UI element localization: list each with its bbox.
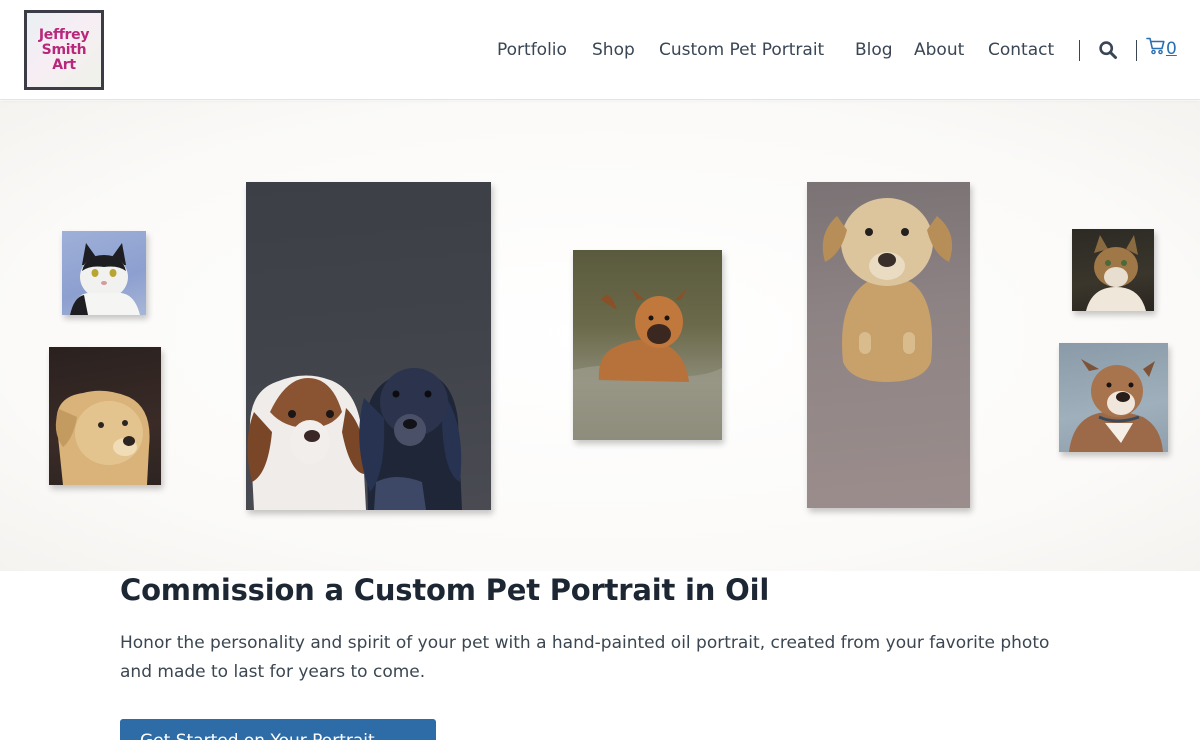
- painting-black-white-cat: [62, 231, 146, 315]
- nav-divider: [1136, 40, 1137, 61]
- search-icon[interactable]: [1098, 40, 1118, 60]
- nav-item-about[interactable]: About: [914, 38, 964, 62]
- painting-golden-retriever: [49, 347, 161, 485]
- logo-text-line-1: Jeffrey: [38, 26, 90, 43]
- painting-boxer-in-water: [573, 250, 722, 440]
- hero-gallery-image: [0, 101, 1200, 571]
- site-header: Jeffrey Smith Art Portfolio Shop Custom …: [0, 0, 1200, 100]
- painting-two-spaniels: [246, 182, 491, 510]
- nav-item-portfolio[interactable]: Portfolio: [497, 38, 567, 62]
- cart-link[interactable]: 0: [1146, 37, 1177, 61]
- get-started-button[interactable]: Get Started on Your Portrait: [120, 719, 436, 740]
- site-logo[interactable]: Jeffrey Smith Art: [24, 10, 104, 90]
- nav-item-custom-pet-portrait[interactable]: Custom Pet Portrait: [659, 38, 824, 62]
- nav-item-contact[interactable]: Contact: [988, 38, 1054, 62]
- nav-item-shop[interactable]: Shop: [592, 38, 635, 62]
- logo-text-line-3: Art: [52, 56, 76, 73]
- nav-item-blog[interactable]: Blog: [855, 38, 893, 62]
- main-content: Commission a Custom Pet Portrait in Oil …: [120, 571, 1080, 740]
- cart-icon: [1146, 37, 1165, 55]
- painting-yellow-lab: [807, 182, 970, 508]
- painting-tabby-cat: [1072, 229, 1154, 311]
- cart-count: 0: [1166, 39, 1177, 59]
- page-description: Honor the personality and spirit of your…: [120, 633, 1050, 682]
- page-title: Commission a Custom Pet Portrait in Oil: [120, 573, 770, 607]
- nav-divider: [1079, 40, 1080, 61]
- painting-pit-bull: [1059, 343, 1168, 452]
- logo-text-line-2: Smith: [41, 41, 87, 58]
